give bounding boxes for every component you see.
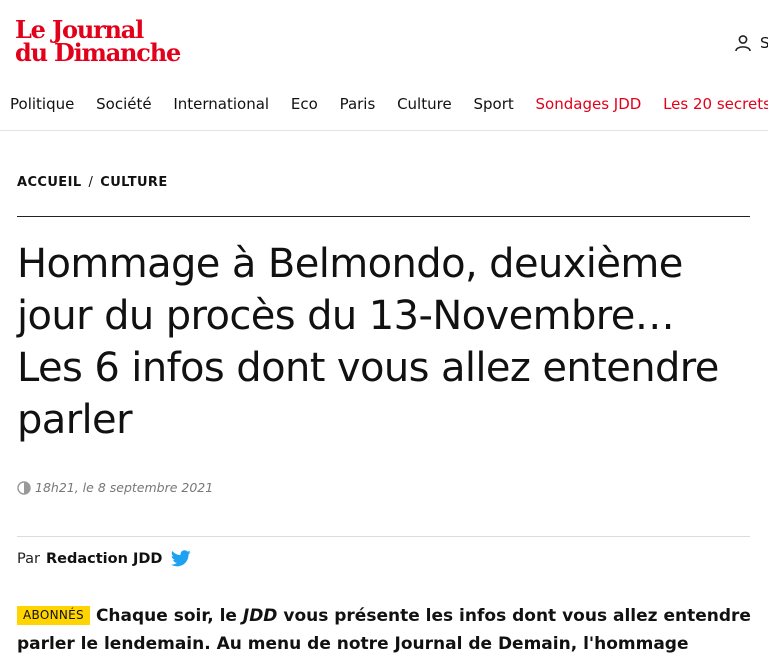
breadcrumb: ACCUEIL / CULTURE bbox=[17, 175, 168, 190]
nav-item-eco[interactable]: Eco bbox=[291, 93, 318, 115]
breadcrumb-separator: / bbox=[88, 175, 94, 190]
author-name[interactable]: Redaction JDD bbox=[46, 551, 162, 567]
main-nav: Politique Société International Eco Pari… bbox=[10, 93, 768, 115]
site-logo[interactable]: Le Journal du Dimanche bbox=[15, 18, 181, 67]
breadcrumb-section[interactable]: CULTURE bbox=[100, 175, 167, 190]
breadcrumb-home[interactable]: ACCUEIL bbox=[17, 175, 82, 190]
meta-divider bbox=[17, 536, 750, 537]
twitter-icon[interactable] bbox=[171, 550, 192, 567]
author-prefix: Par bbox=[17, 550, 40, 567]
subscriber-badge: ABONNÉS bbox=[17, 606, 90, 625]
logo-line-2: du Dimanche bbox=[15, 38, 181, 67]
account-button[interactable]: S bbox=[734, 34, 768, 52]
user-icon bbox=[735, 35, 751, 52]
nav-item-sondages[interactable]: Sondages JDD bbox=[536, 93, 642, 115]
publish-day: , le 8 septembre 2021 bbox=[74, 480, 214, 495]
publish-date: 18h21, le 8 septembre 2021 bbox=[17, 480, 213, 495]
nav-item-sport[interactable]: Sport bbox=[473, 93, 513, 115]
nav-item-international[interactable]: International bbox=[173, 93, 269, 115]
lead-text-start: Chaque soir, le bbox=[95, 606, 243, 626]
account-label: S bbox=[760, 34, 768, 52]
publish-time: 18h21 bbox=[35, 480, 75, 495]
nav-item-paris[interactable]: Paris bbox=[340, 93, 376, 115]
site-header: Le Journal du Dimanche S Politique Socié… bbox=[0, 0, 768, 131]
article-title: Hommage à Belmondo, deuxième jour du pro… bbox=[17, 241, 719, 443]
nav-item-culture[interactable]: Culture bbox=[397, 93, 452, 115]
nav-item-20-secrets[interactable]: Les 20 secrets d' bbox=[663, 93, 768, 115]
lead-jdd: JDD bbox=[242, 606, 278, 626]
header-divider bbox=[17, 216, 750, 217]
article-lead: ABONNÉS Chaque soir, le JDD vous présente… bbox=[17, 602, 757, 658]
clock-icon bbox=[17, 480, 31, 495]
nav-item-politique[interactable]: Politique bbox=[10, 93, 74, 115]
nav-item-societe[interactable]: Société bbox=[96, 93, 151, 115]
author-line: Par Redaction JDD bbox=[17, 550, 192, 567]
